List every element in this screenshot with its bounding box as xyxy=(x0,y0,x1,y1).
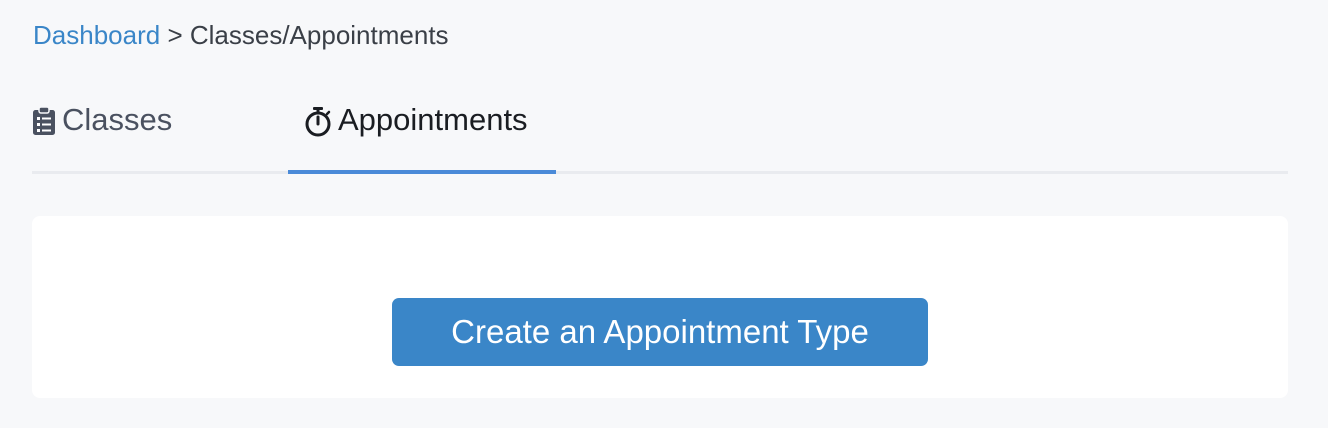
create-appointment-type-button[interactable]: Create an Appointment Type xyxy=(392,298,928,366)
tab-classes-label: Classes xyxy=(62,102,173,137)
breadcrumb: Dashboard > Classes/Appointments xyxy=(33,20,449,51)
tab-appointments-label: Appointments xyxy=(338,102,528,137)
clipboard-icon xyxy=(32,106,56,136)
tab-bar: Classes Appointments xyxy=(32,86,1288,174)
stopwatch-icon xyxy=(304,106,332,138)
breadcrumb-separator: > xyxy=(167,20,190,50)
content-card: Create an Appointment Type xyxy=(32,216,1288,398)
tab-classes[interactable]: Classes xyxy=(32,86,288,174)
tab-appointments[interactable]: Appointments xyxy=(288,86,556,174)
page: Dashboard > Classes/Appointments Classes xyxy=(0,0,1328,428)
breadcrumb-current: Classes/Appointments xyxy=(189,20,449,50)
breadcrumb-link-dashboard[interactable]: Dashboard xyxy=(33,20,160,50)
